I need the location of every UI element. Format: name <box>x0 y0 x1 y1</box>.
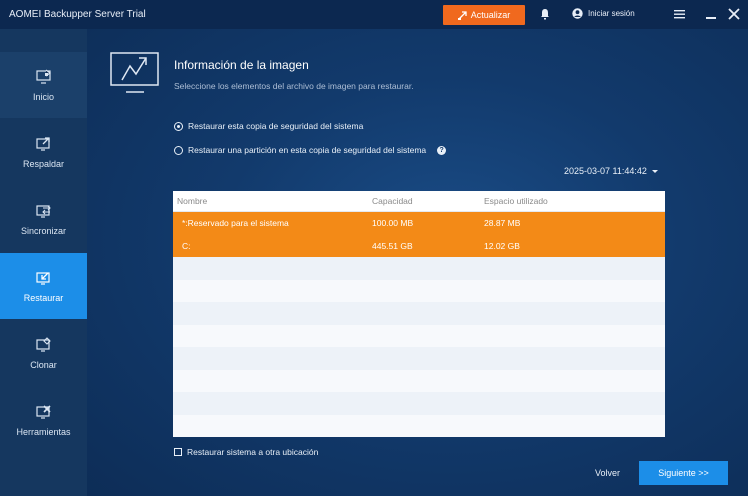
table-header: Nombre Capacidad Espacio utilizado <box>173 191 665 212</box>
upgrade-label: Actualizar <box>470 10 511 20</box>
backup-date-select[interactable]: 2025-03-07 11:44:42 <box>564 166 658 176</box>
sidebar-item-label: Herramientas <box>16 426 71 437</box>
checkbox[interactable] <box>174 448 182 456</box>
option-label: Restaurar esta copia de seguridad del si… <box>188 121 364 131</box>
checkbox-label: Restaurar sistema a otra ubicación <box>187 447 319 457</box>
login-button[interactable]: Iniciar sesión <box>572 8 635 19</box>
column-header-name: Nombre <box>177 196 208 206</box>
table-row[interactable]: C: 445.51 GB 12.02 GB <box>173 234 665 257</box>
upgrade-arrow-icon <box>457 10 467 20</box>
empty-row <box>173 392 665 415</box>
clone-icon <box>35 336 51 352</box>
sidebar-item-label: Inicio <box>32 91 54 102</box>
home-icon <box>35 69 51 84</box>
backup-icon <box>35 136 50 151</box>
empty-row <box>173 414 665 437</box>
column-header-used: Espacio utilizado <box>484 196 548 206</box>
tools-icon <box>35 404 51 419</box>
page-subtitle: Seleccione los elementos del archivo de … <box>174 81 414 91</box>
sidebar-item-clonar[interactable]: Clonar <box>0 320 87 386</box>
backup-date-value: 2025-03-07 11:44:42 <box>564 166 647 176</box>
title-bar: AOMEI Backupper Server Trial Actualizar … <box>0 0 748 29</box>
back-button[interactable]: Volver <box>595 468 620 478</box>
cell-capacity: 445.51 GB <box>372 240 413 251</box>
empty-row <box>173 324 665 347</box>
sidebar-item-label: Respaldar <box>22 158 65 169</box>
sidebar-item-label: Restaurar <box>23 292 64 303</box>
cell-used: 28.87 MB <box>484 218 521 229</box>
close-icon[interactable] <box>728 8 740 20</box>
help-icon[interactable]: ? <box>437 145 447 155</box>
option-label: Restaurar una partición en esta copia de… <box>188 145 427 155</box>
cell-used: 12.02 GB <box>484 240 520 251</box>
login-label: Iniciar sesión <box>588 9 635 18</box>
sidebar-item-label: Clonar <box>30 359 57 370</box>
main-panel: Información de la imagen Seleccione los … <box>87 29 748 496</box>
empty-row <box>173 257 665 280</box>
option-restore-partition[interactable]: Restaurar una partición en esta copia de… <box>174 145 447 155</box>
sidebar-item-restaurar[interactable]: Restaurar <box>0 253 87 319</box>
radio-button[interactable] <box>174 121 183 131</box>
page-title: Información de la imagen <box>174 58 309 72</box>
minimize-icon[interactable] <box>706 17 716 19</box>
restore-icon <box>35 271 50 285</box>
partition-table: Nombre Capacidad Espacio utilizado *:Res… <box>173 191 665 437</box>
table-body: *:Reservado para el sistema 100.00 MB 28… <box>173 212 665 437</box>
restore-other-location-option[interactable]: Restaurar sistema a otra ubicación <box>174 447 318 457</box>
sidebar-item-inicio[interactable]: Inicio <box>0 52 87 118</box>
column-header-capacity: Capacidad <box>372 196 413 206</box>
sidebar-item-sincronizar[interactable]: Sincronizar <box>0 186 87 252</box>
radio-button[interactable] <box>174 145 183 155</box>
image-info-icon <box>110 52 159 93</box>
empty-row <box>173 279 665 302</box>
sidebar: Inicio Respaldar Sincronizar Restaurar C… <box>0 29 87 496</box>
menu-icon[interactable] <box>674 9 685 19</box>
next-button[interactable]: Siguiente >> <box>639 461 728 485</box>
dropdown-caret-icon <box>651 169 658 173</box>
cell-name: *:Reservado para el sistema <box>182 218 289 229</box>
cell-name: C: <box>182 240 191 251</box>
empty-row <box>173 302 665 325</box>
empty-row <box>173 347 665 370</box>
table-row[interactable]: *:Reservado para el sistema 100.00 MB 28… <box>173 212 665 235</box>
option-restore-system[interactable]: Restaurar esta copia de seguridad del si… <box>174 121 363 131</box>
sidebar-item-respaldar[interactable]: Respaldar <box>0 119 87 185</box>
sidebar-item-herramientas[interactable]: Herramientas <box>0 387 87 453</box>
upgrade-button[interactable]: Actualizar <box>443 5 525 25</box>
sidebar-item-label: Sincronizar <box>20 225 67 236</box>
bell-icon[interactable] <box>540 8 550 20</box>
cell-capacity: 100.00 MB <box>372 218 414 229</box>
empty-row <box>173 369 665 392</box>
app-title: AOMEI Backupper Server Trial <box>9 9 146 20</box>
user-icon <box>572 8 583 19</box>
sync-icon <box>35 204 51 218</box>
